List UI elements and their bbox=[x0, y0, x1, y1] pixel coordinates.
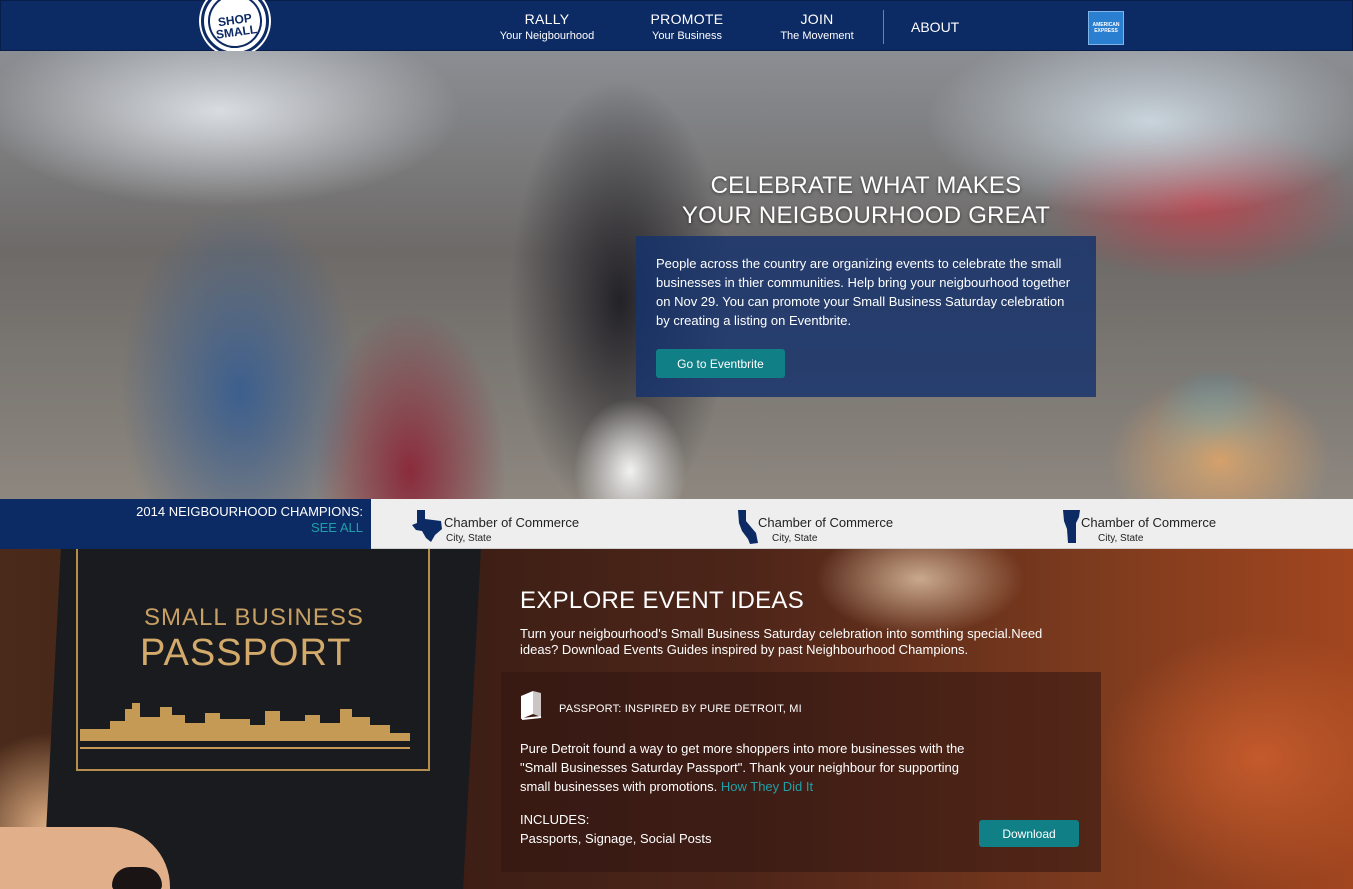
nav-promote[interactable]: PROMOTE Your Business bbox=[647, 11, 727, 42]
hero-title-line-1: CELEBRATE WHAT MAKES bbox=[710, 172, 1022, 199]
download-button[interactable]: Download bbox=[979, 820, 1079, 847]
explore-event-ideas-section: SMALL BUSINESS PASSPORT EXPLORE EVENT ID… bbox=[0, 549, 1353, 889]
nav-join-label: JOIN bbox=[800, 11, 834, 27]
hero-title-line-2: YOUR NEIGBOURHOOD GREAT bbox=[681, 202, 1051, 229]
champions-heading: 2014 NEIGBOURHOOD CHAMPIONS: bbox=[136, 504, 363, 519]
champion-name: Chamber of Commerce bbox=[758, 515, 894, 530]
book-icon bbox=[521, 691, 542, 720]
nav-join-sublabel: The Movement bbox=[780, 30, 854, 42]
nav-about[interactable]: ABOUT bbox=[911, 19, 959, 35]
explore-description: Turn your neigbourhood's Small Business … bbox=[520, 626, 1043, 657]
hero-description: People across the country are organizing… bbox=[656, 256, 1071, 328]
champion-location: City, State bbox=[446, 533, 492, 544]
nav-divider bbox=[883, 10, 884, 44]
champions-list: Chamber of Commerce City, State Chamber … bbox=[371, 499, 1353, 549]
passport-title-line-2: PASSPORT bbox=[140, 632, 352, 674]
hero-info-card: People across the country are organizing… bbox=[636, 236, 1096, 397]
nav-join[interactable]: JOIN The Movement bbox=[777, 11, 857, 42]
champion-location: City, State bbox=[1098, 533, 1144, 544]
fingernail-photo bbox=[112, 867, 162, 889]
hero-banner: CELEBRATE WHAT MAKES YOUR NEIGBOURHOOD G… bbox=[0, 51, 1353, 499]
shop-small-logo[interactable]: SHOP SMALL bbox=[201, 0, 269, 55]
top-navigation: SHOP SMALL RALLY Your Neigbourhood PROMO… bbox=[0, 0, 1353, 55]
explore-title: EXPLORE EVENT IDEAS bbox=[520, 587, 805, 614]
texas-state-icon bbox=[412, 510, 442, 542]
go-to-eventbrite-button[interactable]: Go to Eventbrite bbox=[656, 349, 785, 378]
california-state-icon bbox=[738, 510, 758, 544]
nav-promote-label: PROMOTE bbox=[650, 11, 724, 27]
champion-name: Chamber of Commerce bbox=[1081, 515, 1217, 530]
hero-title: CELEBRATE WHAT MAKES YOUR NEIGBOURHOOD G… bbox=[636, 171, 1096, 231]
event-guide-body-wrapper: Pure Detroit found a way to get more sho… bbox=[520, 739, 990, 796]
champion-name: Chamber of Commerce bbox=[444, 515, 580, 530]
american-express-logo[interactable]: AMERICAN EXPRESS bbox=[1088, 11, 1124, 45]
see-all-link[interactable]: SEE ALL bbox=[0, 520, 363, 536]
nav-rally-label: RALLY bbox=[524, 11, 570, 27]
amex-line-2: EXPRESS bbox=[1094, 28, 1118, 34]
includes-items: Passports, Signage, Social Posts bbox=[520, 831, 712, 846]
nav-promote-sublabel: Your Business bbox=[652, 30, 722, 42]
event-guide-card: PASSPORT: INSPIRED BY PURE DETROIT, MI P… bbox=[501, 672, 1101, 872]
city-skyline-illustration bbox=[80, 703, 410, 749]
passport-title-line-1: SMALL BUSINESS bbox=[144, 604, 364, 631]
event-guide-heading: PASSPORT: INSPIRED BY PURE DETROIT, MI bbox=[559, 703, 802, 715]
nav-rally[interactable]: RALLY Your Neigbourhood bbox=[497, 11, 597, 42]
how-they-did-it-link[interactable]: How They Did It bbox=[721, 779, 813, 794]
shop-small-logo-text: SHOP SMALL bbox=[204, 0, 266, 52]
includes-label: INCLUDES: bbox=[520, 812, 590, 827]
champions-heading-panel: 2014 NEIGBOURHOOD CHAMPIONS: SEE ALL bbox=[0, 499, 371, 549]
champion-location: City, State bbox=[772, 533, 818, 544]
nav-rally-sublabel: Your Neigbourhood bbox=[499, 30, 595, 42]
